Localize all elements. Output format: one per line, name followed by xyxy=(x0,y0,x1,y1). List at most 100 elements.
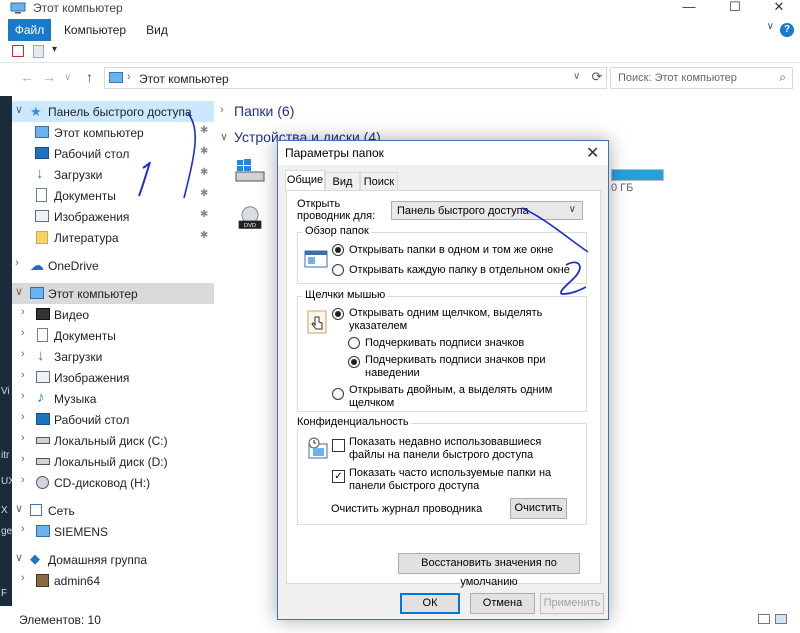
cancel-button[interactable]: Отмена xyxy=(470,593,535,614)
tab-search[interactable]: Поиск xyxy=(360,172,398,191)
nav-quick-downloads[interactable]: ↓ Загрузки ✱ xyxy=(12,164,214,185)
chevron-right-icon[interactable]: › xyxy=(21,411,25,423)
restore-defaults-button[interactable]: Восстановить значения по умолчанию xyxy=(398,553,580,588)
chevron-right-icon[interactable]: › xyxy=(21,453,25,465)
close-button[interactable]: ✕ xyxy=(756,0,800,17)
details-view-icon[interactable] xyxy=(758,614,770,624)
nav-pc-downloads[interactable]: › ↓ Загрузки xyxy=(12,346,214,367)
clear-history-button[interactable]: Очистить xyxy=(510,498,567,519)
tab-computer[interactable]: Компьютер xyxy=(56,19,134,41)
address-bar[interactable]: › Этот компьютер ∨ xyxy=(104,67,607,89)
radio-label[interactable]: Открывать папки в одном и том же окне xyxy=(349,244,553,257)
dialog-close-button[interactable]: ✕ xyxy=(586,143,599,163)
radio-label[interactable]: Подчеркивать подписи значков xyxy=(365,337,524,350)
radio-label[interactable]: Открывать каждую папку в отдельном окне xyxy=(349,264,570,277)
chevron-right-icon[interactable]: › xyxy=(21,523,25,535)
chevron-down-icon[interactable]: ∨ xyxy=(15,103,23,116)
chevron-right-icon[interactable]: › xyxy=(21,327,25,339)
breadcrumb[interactable]: Этот компьютер xyxy=(139,72,229,86)
nav-network-siemens[interactable]: › SIEMENS xyxy=(12,521,214,542)
tab-general[interactable]: Общие xyxy=(285,170,325,191)
search-icon[interactable]: ⌕ xyxy=(779,70,786,85)
browse-same-window-radio[interactable] xyxy=(332,244,344,256)
back-button[interactable]: ← xyxy=(20,69,34,85)
nav-homegroup[interactable]: ∨ ◆ Домашняя группа xyxy=(12,549,214,570)
chevron-down-icon[interactable]: ∨ xyxy=(220,130,228,143)
recent-locations-button[interactable]: ∨ xyxy=(64,72,71,83)
nav-network[interactable]: ∨ Сеть xyxy=(12,500,214,521)
chevron-down-icon[interactable]: ∨ xyxy=(15,502,23,515)
ok-button[interactable]: ОК xyxy=(400,593,460,614)
minimize-button[interactable]: — xyxy=(666,0,712,17)
nav-pc-pictures[interactable]: › Изображения xyxy=(12,367,214,388)
pin-icon[interactable]: ✱ xyxy=(200,146,208,157)
radio-label[interactable]: Открывать одним щелчком, выделять указат… xyxy=(349,307,569,333)
up-button[interactable]: ↑ xyxy=(86,69,93,85)
nav-homegroup-admin[interactable]: › admin64 xyxy=(12,570,214,591)
chevron-right-icon[interactable]: › xyxy=(21,306,25,318)
chevron-down-icon[interactable]: ∨ xyxy=(15,285,23,298)
nav-quick-literature[interactable]: Литература ✱ xyxy=(12,227,214,248)
nav-pc-music[interactable]: › ♪ Музыка xyxy=(12,388,214,409)
customize-toolbar-icon[interactable]: ▾ xyxy=(52,44,57,55)
chevron-right-icon[interactable]: › xyxy=(220,104,224,116)
browse-new-window-radio[interactable] xyxy=(332,264,344,276)
pin-icon[interactable]: ✱ xyxy=(200,209,208,220)
chevron-right-icon[interactable]: › xyxy=(21,432,25,444)
underline-always-radio[interactable] xyxy=(348,337,360,349)
chevron-right-icon[interactable]: › xyxy=(21,390,25,402)
tab-view[interactable]: Вид xyxy=(140,19,174,41)
radio-label[interactable]: Открывать двойным, а выделять одним щелч… xyxy=(349,384,569,410)
group-header-folders[interactable]: › Папки (6) xyxy=(220,103,294,119)
chevron-right-icon[interactable]: › xyxy=(21,572,25,584)
nav-quick-this-pc[interactable]: Этот компьютер ✱ xyxy=(12,122,214,143)
maximize-button[interactable]: ☐ xyxy=(712,0,758,17)
nav-quick-access[interactable]: ∨ ★ Панель быстрого доступа xyxy=(12,101,214,122)
nav-pc-video[interactable]: › Видео xyxy=(12,304,214,325)
apply-button[interactable]: Применить xyxy=(540,593,604,614)
open-explorer-select[interactable]: Панель быстрого доступа ∨ xyxy=(391,201,583,220)
nav-quick-desktop[interactable]: Рабочий стол ✱ xyxy=(12,143,214,164)
show-frequent-folders-checkbox[interactable]: ✓ xyxy=(332,470,345,483)
pin-icon[interactable]: ✱ xyxy=(200,188,208,199)
chevron-right-icon[interactable]: › xyxy=(21,474,25,486)
double-click-radio[interactable] xyxy=(332,388,344,400)
chevron-right-icon[interactable]: › xyxy=(21,369,25,381)
tab-file[interactable]: Файл xyxy=(8,19,51,41)
chevron-right-icon[interactable]: › xyxy=(15,257,19,269)
new-folder-icon[interactable] xyxy=(33,45,44,58)
help-icon[interactable]: ? xyxy=(780,23,794,37)
nav-pc-documents[interactable]: › Документы xyxy=(12,325,214,346)
nav-quick-documents[interactable]: Документы ✱ xyxy=(12,185,214,206)
pin-icon[interactable]: ✱ xyxy=(200,167,208,178)
show-recent-files-checkbox[interactable] xyxy=(332,439,345,452)
radio-label[interactable]: Подчеркивать подписи значков при наведен… xyxy=(365,354,565,380)
single-click-radio[interactable] xyxy=(332,308,344,320)
tab-view[interactable]: Вид xyxy=(325,172,360,191)
address-dropdown-icon[interactable]: ∨ xyxy=(573,71,580,82)
properties-icon[interactable] xyxy=(12,45,24,57)
nav-quick-pictures[interactable]: Изображения ✱ xyxy=(12,206,214,227)
large-icons-view-icon[interactable] xyxy=(775,614,787,624)
ribbon-expand-icon[interactable]: ∨ xyxy=(767,21,774,32)
checkbox-label[interactable]: Показать часто используемые папки на пан… xyxy=(349,467,579,493)
refresh-button[interactable]: ⟳ xyxy=(587,67,607,87)
nav-pc-desktop[interactable]: › Рабочий стол xyxy=(12,409,214,430)
nav-this-pc[interactable]: ∨ Этот компьютер xyxy=(12,283,214,304)
forward-button[interactable]: → xyxy=(42,69,56,85)
underline-hover-radio[interactable] xyxy=(348,356,360,368)
dvd-drive-icon[interactable]: DVD xyxy=(234,206,266,232)
nav-onedrive[interactable]: › ☁ OneDrive xyxy=(12,255,214,276)
pin-icon[interactable]: ✱ xyxy=(200,230,208,241)
breadcrumb-separator[interactable]: › xyxy=(127,71,131,83)
nav-pc-cd-h[interactable]: › CD-дисковод (H:) xyxy=(12,472,214,493)
nav-pc-disk-c[interactable]: › Локальный диск (C:) xyxy=(12,430,214,451)
nav-pc-disk-d[interactable]: › Локальный диск (D:) xyxy=(12,451,214,472)
windows-drive-icon[interactable] xyxy=(234,158,266,184)
chevron-down-icon[interactable]: ∨ xyxy=(569,204,576,215)
search-input[interactable]: Поиск: Этот компьютер ⌕ xyxy=(610,67,793,89)
pin-icon[interactable]: ✱ xyxy=(200,125,208,136)
chevron-down-icon[interactable]: ∨ xyxy=(15,551,23,564)
checkbox-label[interactable]: Показать недавно использовавшиеся файлы … xyxy=(349,436,579,462)
chevron-right-icon[interactable]: › xyxy=(21,348,25,360)
